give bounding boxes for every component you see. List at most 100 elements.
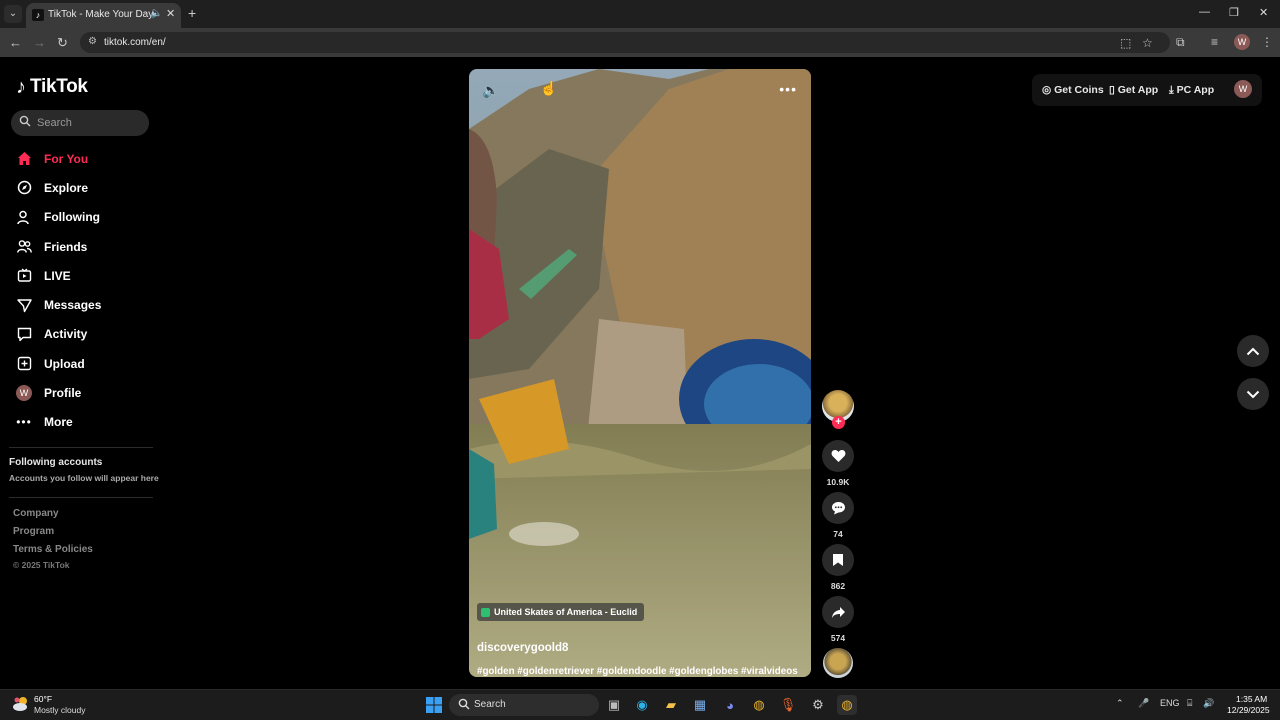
weather-description[interactable]: Mostly cloudy [34, 705, 86, 715]
chrome-profile-icon[interactable]: ◍ [837, 695, 857, 715]
comment-count: 74 [833, 529, 843, 539]
microsoft-store-icon[interactable]: ▦ [690, 695, 710, 715]
nav-label: Following [44, 210, 100, 225]
nav-label: For You [44, 151, 89, 166]
url-text[interactable]: tiktok.com/en/ [104, 37, 166, 48]
task-view-icon[interactable]: ▣ [604, 695, 624, 715]
new-tab-button[interactable]: + [188, 5, 196, 21]
music-disc-avatar[interactable] [823, 648, 853, 678]
save-button[interactable] [822, 544, 854, 576]
install-app-icon[interactable]: ⬚ [1120, 36, 1131, 50]
nav-label: Upload [44, 356, 85, 371]
browser-profile-avatar[interactable]: W [1234, 34, 1250, 50]
search-icon [458, 698, 470, 710]
tiktok-note-icon: ♪ [16, 75, 26, 98]
clock-time[interactable]: 1:35 AM [1236, 694, 1267, 704]
search-box[interactable] [11, 110, 149, 136]
copyright: © 2025 TikTok [13, 560, 70, 570]
close-window-button[interactable]: ✕ [1259, 6, 1268, 19]
taskbar-search-label: Search [474, 699, 506, 710]
share-button[interactable] [822, 596, 854, 628]
location-icon [481, 607, 490, 617]
nav-item-activity[interactable]: Activity [16, 320, 156, 349]
restore-button[interactable]: ❐ [1229, 6, 1239, 19]
forward-button[interactable]: → [33, 35, 46, 50]
footer-link-company[interactable]: Company [13, 508, 59, 519]
language-indicator[interactable]: ENG [1160, 698, 1180, 708]
footer-link-terms[interactable]: Terms & Policies [13, 544, 93, 555]
nav-label: Messages [44, 298, 102, 313]
nav-label: More [44, 415, 73, 430]
more-options-icon[interactable]: ••• [779, 81, 797, 97]
nav-item-for-you[interactable]: For You [16, 144, 156, 173]
save-count: 862 [830, 581, 846, 591]
send-icon [16, 297, 32, 313]
file-explorer-icon[interactable]: ▰ [661, 695, 681, 715]
nav-label: LIVE [44, 268, 71, 283]
extensions-icon[interactable]: ⧉ [1176, 35, 1185, 50]
speaker-icon[interactable]: 🔈 [150, 8, 162, 19]
avatar: W [16, 385, 32, 402]
media-controls-icon[interactable]: ≡ [1211, 35, 1218, 49]
chrome-icon[interactable]: ◍ [749, 695, 769, 715]
discord-icon[interactable]: ◕ [720, 695, 740, 715]
site-info-icon[interactable]: ⚙ [88, 36, 97, 47]
volume-icon[interactable]: 🔈 [482, 82, 499, 99]
edge-browser-icon[interactable]: ◉ [632, 695, 652, 715]
nav-item-following[interactable]: Following [16, 203, 156, 232]
minimize-button[interactable]: — [1199, 6, 1210, 18]
weather-temperature[interactable]: 60°F [34, 694, 52, 704]
logo-text: TikTok [30, 76, 88, 97]
microphone-icon[interactable]: 🎤 [1138, 698, 1149, 709]
video-author[interactable]: discoverygoold8 [477, 642, 568, 654]
get-app-button[interactable]: ▯ Get App [1109, 84, 1158, 96]
weather-icon[interactable] [12, 695, 30, 713]
network-icon[interactable]: ⌸ [1187, 698, 1192, 709]
nav-item-upload[interactable]: Upload [16, 349, 156, 378]
video-hashtags[interactable]: #golden #goldenretriever #goldendoodle #… [477, 666, 798, 677]
show-hidden-icons-chevron-up-icon[interactable]: ⌃ [1116, 698, 1124, 709]
volume-icon[interactable]: 🔊 [1203, 698, 1214, 709]
settings-icon[interactable]: ⚙ [808, 695, 828, 715]
video-frame [469, 69, 811, 677]
location-badge[interactable]: United Skates of America - Euclid [477, 603, 645, 621]
user-avatar[interactable]: W [1234, 80, 1252, 98]
nav-label: Explore [44, 180, 89, 195]
windows-start-icon[interactable] [424, 695, 444, 715]
search-input[interactable] [37, 114, 142, 132]
clock-date[interactable]: 12/29/2025 [1227, 705, 1270, 715]
comment-button[interactable] [822, 492, 854, 524]
search-icon [19, 115, 31, 127]
close-tab-icon[interactable]: ✕ [166, 7, 175, 20]
tiktok-page: ♪ TikTok For You Explore Following [0, 57, 1280, 689]
microphone-app-icon[interactable]: 🎙 [778, 695, 798, 715]
phone-icon: ▯ [1109, 84, 1115, 96]
nav-item-more[interactable]: ••• More [16, 408, 156, 437]
taskbar-search[interactable]: Search [449, 694, 599, 716]
nav-item-friends[interactable]: Friends [16, 232, 156, 261]
following-accounts-heading: Following accounts [9, 457, 103, 468]
back-button[interactable]: ← [9, 35, 22, 50]
follow-plus-icon[interactable]: + [832, 416, 845, 429]
browser-tab[interactable]: ♪ TikTok - Make Your Day 🔈 ✕ [26, 3, 181, 28]
browser-menu-icon[interactable]: ⋮ [1261, 35, 1273, 49]
nav-item-messages[interactable]: Messages [16, 290, 156, 319]
heart-icon [831, 450, 845, 462]
nav-item-profile[interactable]: W Profile [16, 378, 156, 407]
nav-item-live[interactable]: LIVE [16, 261, 156, 290]
nav-item-explore[interactable]: Explore [16, 173, 156, 202]
video-player[interactable]: 🔈 ☝ ••• United Skates of America - Eucli… [469, 69, 811, 677]
share-icon [831, 606, 845, 618]
previous-video-button[interactable] [1237, 335, 1269, 367]
omnibox[interactable]: ⚙ tiktok.com/en/ ⬚ ☆ [80, 32, 1170, 53]
tiktok-logo[interactable]: ♪ TikTok [16, 75, 88, 99]
pc-app-button[interactable]: ⤓ PC App [1169, 84, 1214, 97]
bookmark-star-icon[interactable]: ☆ [1142, 36, 1153, 50]
get-coins-button[interactable]: ◎ Get Coins [1042, 84, 1104, 96]
footer-link-program[interactable]: Program [13, 526, 54, 537]
like-button[interactable] [822, 440, 854, 472]
next-video-button[interactable] [1237, 378, 1269, 410]
address-bar-row: ← → ↻ ⚙ tiktok.com/en/ ⬚ ☆ ⧉ ≡ W ⋮ [0, 28, 1280, 57]
tab-list-button[interactable]: ⌄ [4, 5, 22, 23]
reload-button[interactable]: ↻ [57, 35, 68, 51]
